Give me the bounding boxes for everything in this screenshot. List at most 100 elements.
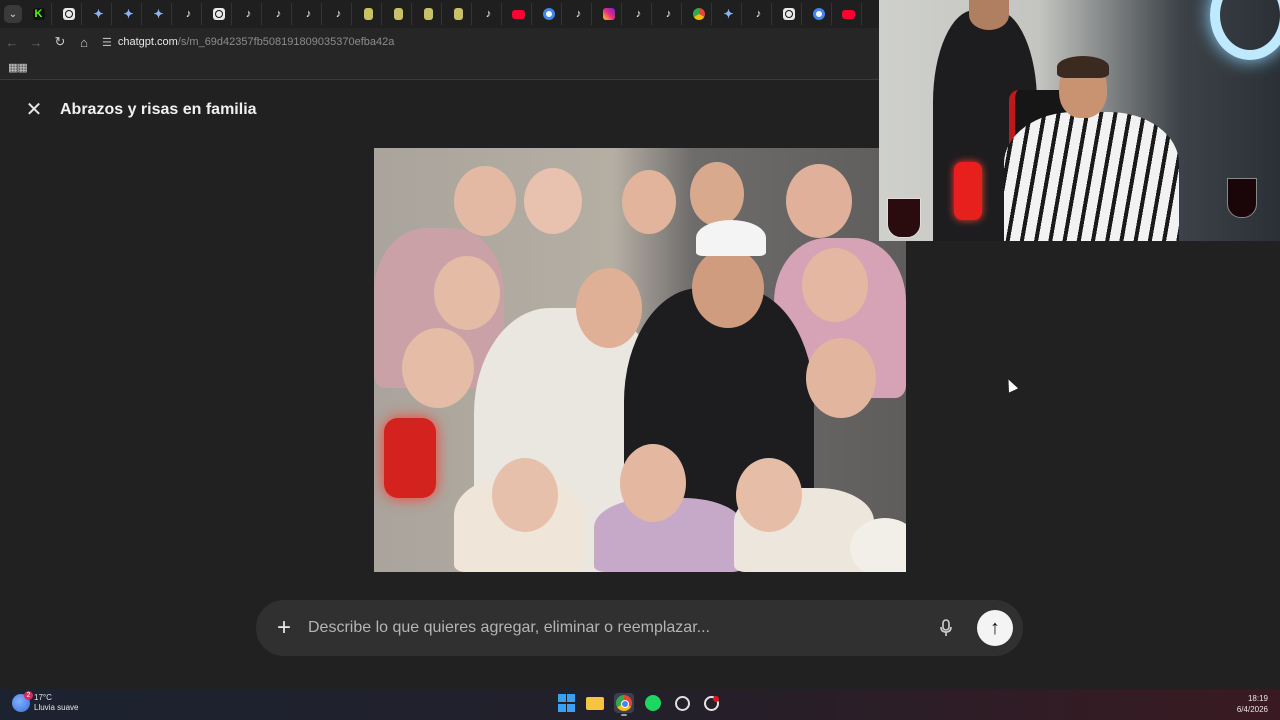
photo-face (802, 248, 868, 322)
chatgpt-icon[interactable] (701, 693, 721, 713)
weather-rain-icon: 2 (12, 691, 33, 712)
dictate-button[interactable] (935, 617, 957, 639)
tiktok-icon: ♪ (755, 7, 762, 20)
cam-microphone (954, 162, 982, 220)
gemini-icon: ✦ (123, 7, 134, 21)
browser-tab[interactable] (776, 3, 802, 25)
photo-face (736, 458, 802, 532)
youtube-icon (842, 9, 855, 19)
photo-face (622, 170, 676, 234)
youtube-icon (512, 9, 525, 19)
forward-arrow-icon[interactable]: → (24, 30, 48, 54)
apps-grid-icon[interactable]: ▦▦ (8, 61, 28, 74)
photo-face (576, 268, 642, 348)
browser-tab[interactable]: ✦ (116, 3, 142, 25)
cam-wine-glass (1227, 178, 1257, 218)
weather-temp: 17°C (34, 693, 52, 702)
weather-desc: Lluvia suave (34, 703, 79, 712)
browser-tab[interactable] (536, 3, 562, 25)
doc-icon (454, 8, 463, 20)
photo-face (524, 168, 582, 234)
browser-tab[interactable] (836, 3, 862, 25)
close-button[interactable]: ✕ (22, 97, 46, 121)
gemini-icon: ✦ (93, 7, 104, 21)
reload-icon[interactable]: ↻ (48, 30, 72, 54)
photo-face (492, 458, 558, 532)
tiktok-icon: ♪ (305, 7, 312, 20)
webcam-overlay (879, 0, 1280, 241)
photo-mic (384, 418, 436, 498)
generated-image[interactable] (374, 148, 906, 572)
browser-tab[interactable] (356, 3, 382, 25)
browser-tab[interactable]: ♪ (626, 3, 652, 25)
kick-icon: K (32, 8, 45, 20)
google-icon (812, 8, 825, 20)
steam-icon[interactable] (672, 693, 692, 713)
doc-icon (394, 8, 403, 20)
browser-tab[interactable] (206, 3, 232, 25)
browser-tab[interactable]: ♪ (236, 3, 262, 25)
chrome-icon[interactable] (614, 693, 634, 716)
browser-tab[interactable]: ♪ (656, 3, 682, 25)
browser-tab[interactable] (386, 3, 412, 25)
browser-tab[interactable] (416, 3, 442, 25)
browser-tab[interactable] (686, 3, 712, 25)
browser-tab[interactable]: ♪ (176, 3, 202, 25)
browser-tab[interactable]: ♪ (476, 3, 502, 25)
notification-badge: 2 (24, 691, 33, 700)
browser-tab-strip: ⌄ K ✦ ✦ ✦ ♪ ♪ ♪ ♪ ♪ ♪ ♪ ♪ ♪ ✦ ♪ (0, 0, 880, 28)
gemini-icon: ✦ (723, 7, 734, 21)
home-icon[interactable]: ⌂ (72, 30, 96, 54)
url-host: chatgpt.com (117, 36, 178, 48)
browser-tab[interactable] (596, 3, 622, 25)
photo-face (402, 328, 474, 408)
add-attachment-button[interactable]: + (272, 614, 296, 641)
browser-tab[interactable]: ✦ (86, 3, 112, 25)
tiktok-icon: ♪ (635, 7, 642, 20)
doc-icon (424, 8, 433, 20)
mouse-cursor-icon (1003, 377, 1019, 393)
weather-widget[interactable]: 2 17°C Lluvia suave (12, 691, 79, 713)
browser-tab[interactable]: ♪ (296, 3, 322, 25)
browser-tab[interactable]: ✦ (146, 3, 172, 25)
browser-tab[interactable]: ♪ (746, 3, 772, 25)
site-info-icon[interactable]: ☰ (102, 36, 112, 49)
spotify-icon[interactable] (643, 693, 663, 713)
photo-face (692, 248, 764, 328)
browser-tab[interactable] (446, 3, 472, 25)
microphone-icon (940, 619, 952, 636)
browser-tab[interactable]: K (26, 3, 52, 25)
tab-search-chevron-icon[interactable]: ⌄ (4, 5, 22, 23)
browser-tab[interactable]: ♪ (266, 3, 292, 25)
photo-face (620, 444, 686, 522)
photo-face (806, 338, 876, 418)
tiktok-icon: ♪ (185, 7, 192, 20)
edit-prompt-input[interactable] (308, 619, 935, 637)
cam-person-hair (1057, 56, 1109, 78)
send-button[interactable]: ↑ (977, 610, 1013, 646)
windows-start-icon[interactable] (556, 693, 576, 713)
browser-tab[interactable]: ♪ (326, 3, 352, 25)
file-explorer-icon[interactable] (585, 693, 605, 713)
photo-face (696, 220, 766, 256)
browser-tab[interactable]: ♪ (566, 3, 592, 25)
chatgpt-icon (62, 8, 75, 20)
gemini-icon: ✦ (153, 7, 164, 21)
taskbar: 2 17°C Lluvia suave 18:19 6/4/2026 (0, 689, 1280, 720)
browser-tab[interactable]: ✦ (716, 3, 742, 25)
browser-tab[interactable] (56, 3, 82, 25)
bookmarks-bar: ▦▦ (0, 56, 880, 80)
photo-face (434, 256, 500, 330)
google-icon (542, 8, 555, 20)
browser-tab[interactable] (506, 3, 532, 25)
url-path: /s/m_69d42357fb508191809035370efba42a (177, 36, 395, 48)
url-field[interactable]: ☰ chatgpt.com /s/m_69d42357fb50819180903… (102, 31, 872, 53)
plus-icon: + (276, 614, 291, 641)
edit-prompt-bar: + ↑ (256, 600, 1023, 656)
back-arrow-icon[interactable]: ← (0, 30, 24, 54)
doc-icon (364, 8, 373, 20)
browser-tab[interactable] (806, 3, 832, 25)
tiktok-icon: ♪ (335, 7, 342, 20)
chrome-icon (692, 8, 705, 20)
system-clock[interactable]: 18:19 6/4/2026 (1237, 693, 1268, 715)
